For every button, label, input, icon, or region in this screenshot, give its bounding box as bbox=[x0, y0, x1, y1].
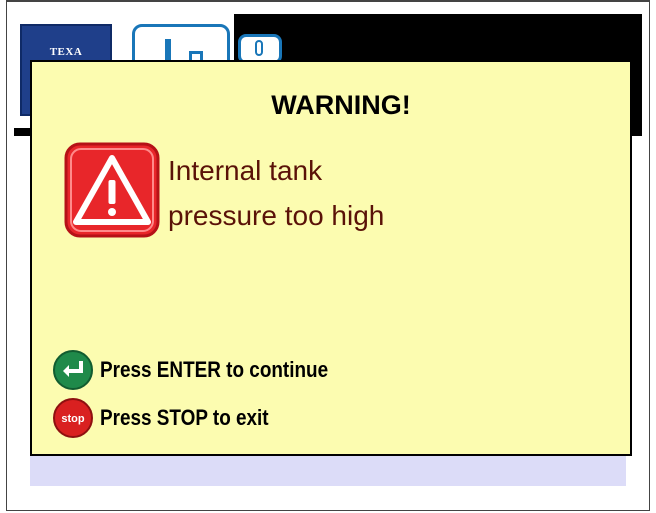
stop-action[interactable]: stop Press STOP to exit bbox=[52, 397, 296, 439]
message-line-2: pressure too high bbox=[168, 200, 385, 231]
stop-icon[interactable]: stop bbox=[52, 397, 94, 439]
warning-message: Internal tank pressure too high bbox=[168, 148, 588, 238]
message-line-1: Internal tank bbox=[168, 155, 323, 186]
warning-triangle-icon bbox=[64, 142, 160, 238]
enter-icon[interactable] bbox=[52, 349, 94, 391]
warning-dialog: WARNING! Internal tank pressure too high… bbox=[30, 60, 632, 456]
enter-action-label: Press ENTER to continue bbox=[100, 357, 329, 382]
dialog-title: WARNING! bbox=[271, 90, 411, 120]
logo-text: TEXA bbox=[49, 46, 83, 58]
enter-action[interactable]: Press ENTER to continue bbox=[52, 349, 365, 391]
stop-action-label: Press STOP to exit bbox=[100, 405, 269, 430]
svg-text:stop: stop bbox=[61, 413, 85, 425]
